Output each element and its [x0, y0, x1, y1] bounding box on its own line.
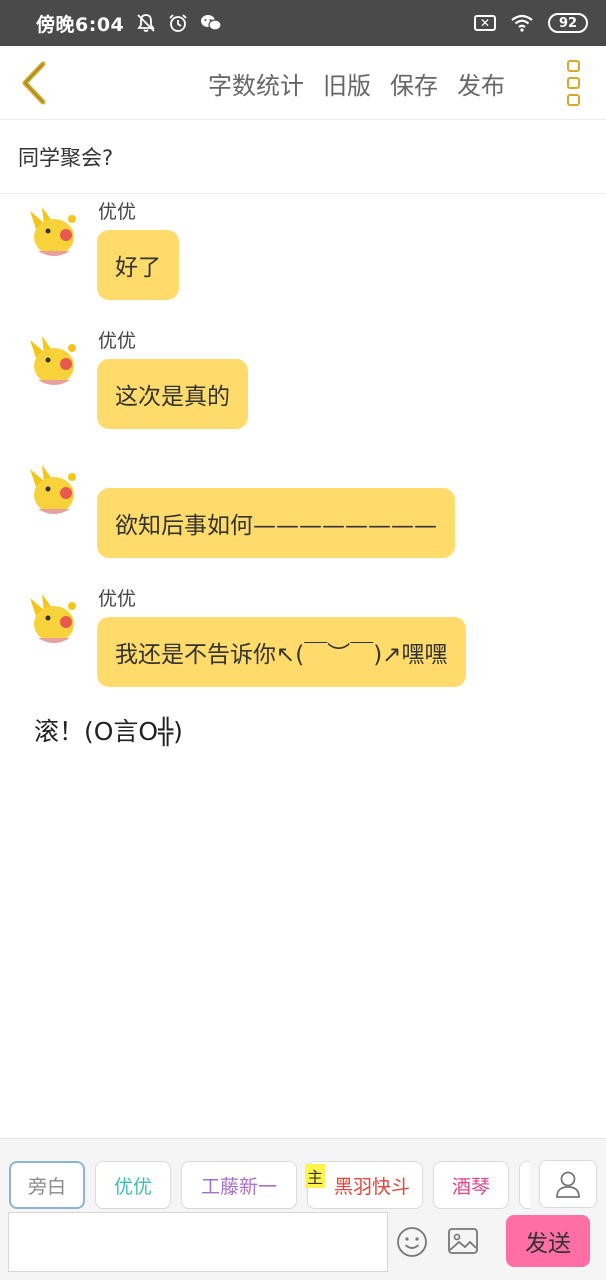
back-button[interactable] — [14, 60, 54, 106]
avatar[interactable] — [22, 586, 86, 650]
sender-name: 优优 — [98, 330, 137, 352]
save-button[interactable]: 保存 — [390, 66, 438, 101]
send-button[interactable]: 发送 — [506, 1215, 590, 1267]
chevron-left-icon — [22, 61, 46, 105]
message-bubble: 这次是真的 — [97, 359, 248, 429]
status-bar: 傍晚6:04 ✕ 92 — [0, 0, 606, 46]
old-version-button[interactable]: 旧版 — [323, 66, 371, 101]
wifi-icon — [510, 14, 534, 32]
alarm-icon — [168, 13, 188, 33]
host-badge: 主 — [305, 1164, 325, 1188]
message-bubble: 我还是不告诉你↖(￣︶￣)↗嘿嘿 — [97, 617, 466, 687]
top-toolbar: 字数统计 旧版 保存 发布 — [0, 46, 606, 120]
more-menu-icon[interactable] — [563, 60, 583, 106]
chat-area: 优优 好了 优优 这次是真的 欲知后事如何———————— 优优 我还是不告诉你… — [0, 195, 606, 1135]
avatar[interactable] — [22, 199, 86, 263]
image-icon[interactable] — [447, 1226, 479, 1256]
message-bubble: 欲知后事如何———————— — [97, 488, 455, 558]
wechat-icon — [200, 13, 222, 33]
bell-off-icon — [136, 13, 156, 33]
word-count-button[interactable]: 字数统计 — [208, 66, 304, 101]
role-chip-partial[interactable] — [519, 1161, 530, 1209]
role-chip-narrator[interactable]: 旁白 — [9, 1161, 85, 1209]
avatar[interactable] — [22, 457, 86, 521]
role-chip-jiuqin[interactable]: 酒琴 — [433, 1161, 509, 1209]
publish-button[interactable]: 发布 — [457, 66, 505, 101]
emoji-icon[interactable] — [396, 1226, 428, 1258]
add-role-button[interactable] — [539, 1160, 597, 1208]
message-input[interactable] — [8, 1212, 388, 1272]
role-chip-kudo-shinichi[interactable]: 工藤新一 — [181, 1161, 297, 1209]
sender-name: 优优 — [98, 201, 137, 223]
role-selector: 旁白 优优 工藤新一 黑羽快斗 酒琴 — [0, 1161, 530, 1211]
user-icon — [556, 1171, 580, 1198]
message-bubble: 好了 — [97, 230, 179, 300]
avatar[interactable] — [22, 328, 86, 392]
status-time: 傍晚6:04 — [36, 13, 125, 36]
narration-text[interactable]: 滚！(O言O╬) — [34, 712, 183, 748]
battery-icon: 92 — [548, 13, 588, 33]
story-title[interactable]: 同学聚会? — [0, 121, 606, 194]
sender-name: 优优 — [98, 588, 137, 610]
role-chip-youyou[interactable]: 优优 — [95, 1161, 171, 1209]
sim-x-icon: ✕ — [474, 15, 496, 31]
